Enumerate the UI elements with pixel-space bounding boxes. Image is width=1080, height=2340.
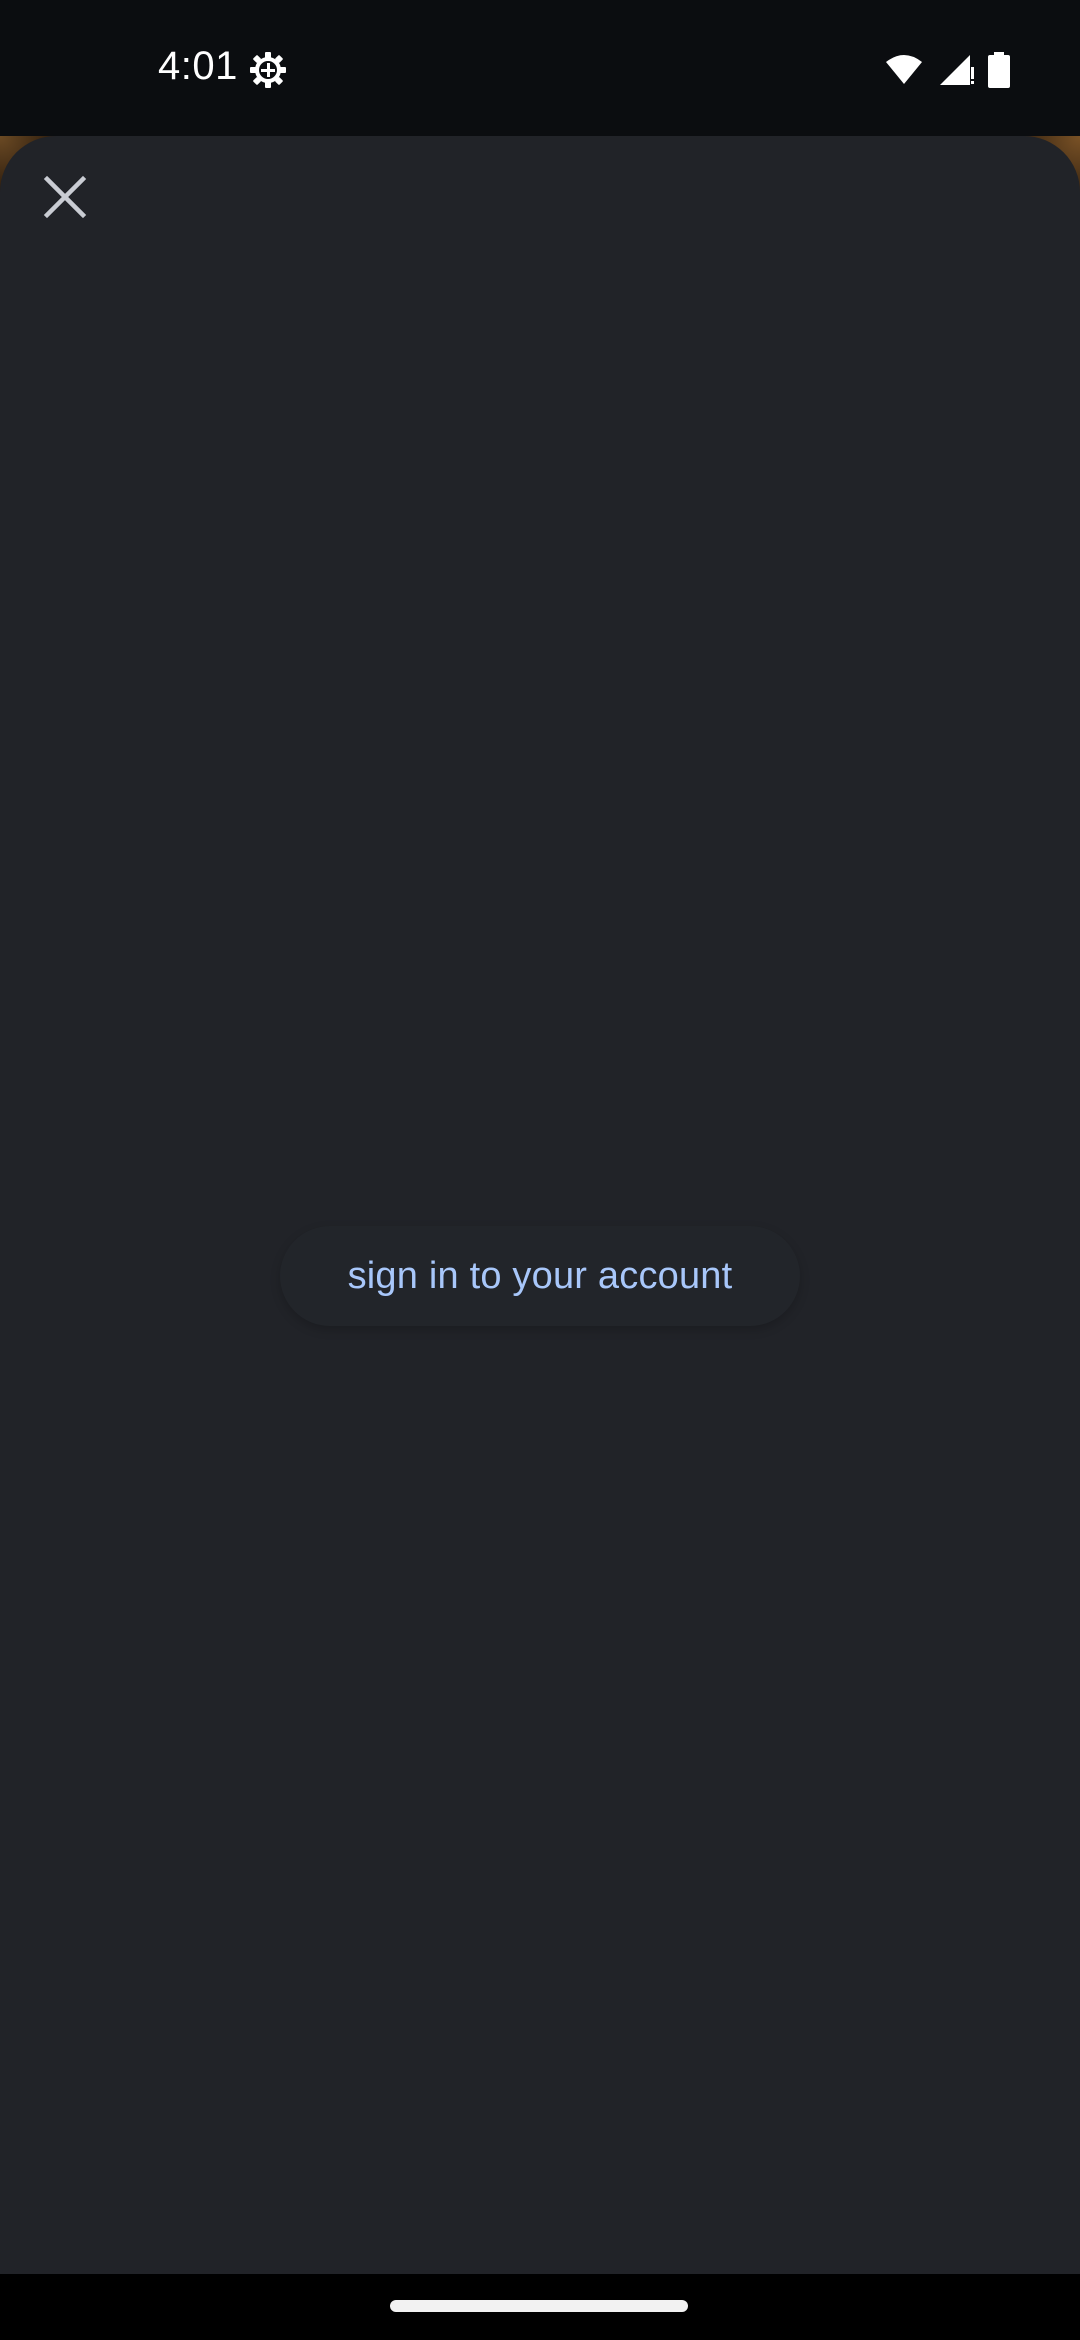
sign-in-button[interactable]: sign in to your account — [280, 1226, 800, 1326]
status-icons — [884, 52, 1010, 88]
signal-icon — [938, 53, 974, 87]
sign-in-sheet: sign in to your account — [0, 136, 1080, 2274]
app-screen: 4:01 sign in to your account — [0, 0, 1080, 2340]
sign-in-label: sign in to your account — [347, 1254, 733, 1297]
close-button[interactable] — [30, 164, 100, 234]
home-handle[interactable] — [390, 2300, 688, 2312]
wifi-icon — [884, 54, 924, 86]
gear-icon — [248, 50, 288, 90]
close-icon — [43, 175, 87, 224]
battery-icon — [988, 52, 1010, 88]
status-time: 4:01 — [158, 44, 238, 88]
status-bar: 4:01 — [0, 0, 1080, 136]
